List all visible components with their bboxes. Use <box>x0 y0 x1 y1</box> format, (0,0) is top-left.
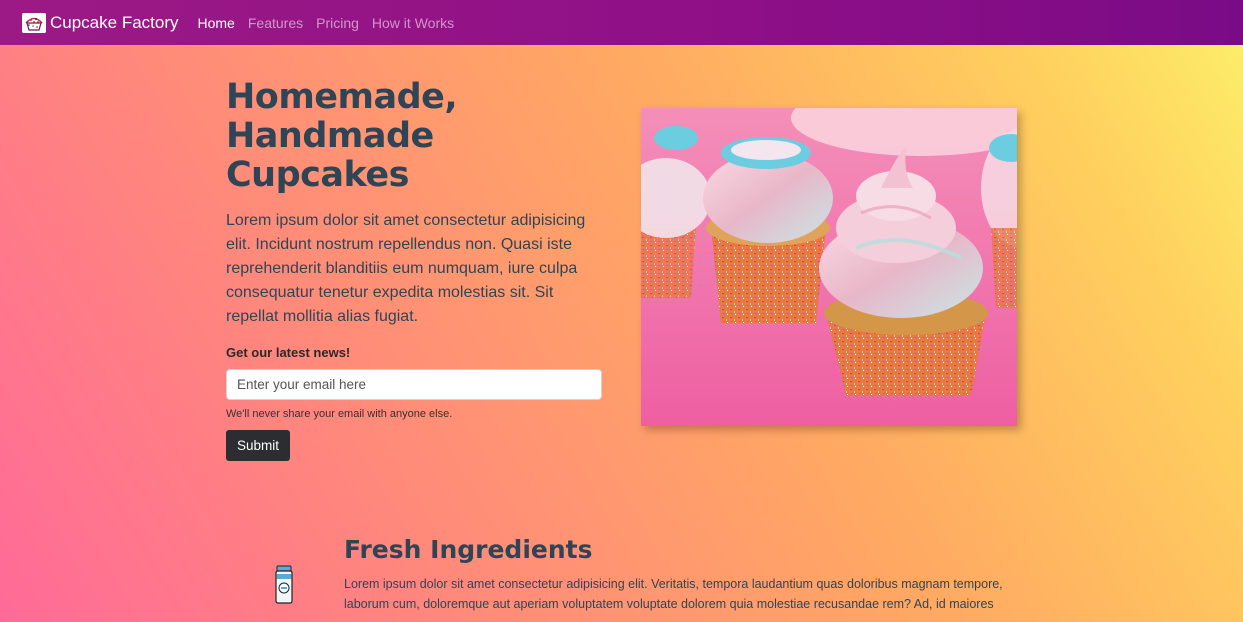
hero-description: Lorem ipsum dolor sit amet consectetur a… <box>226 212 586 325</box>
nav-link-home[interactable]: Home <box>198 15 235 31</box>
feature-description: Lorem ipsum dolor sit amet consectetur a… <box>344 577 1003 611</box>
newsletter-label: Get our latest news! <box>226 345 351 360</box>
hero-title: Homemade, Handmade Cupcakes <box>226 77 458 195</box>
cupcake-logo-icon <box>22 12 46 33</box>
nav-link-how-it-works[interactable]: How it Works <box>372 15 454 31</box>
brand-link[interactable]: Cupcake Factory <box>22 12 179 33</box>
feature-title: Fresh Ingredients <box>344 535 593 564</box>
hero-section: Homemade, Handmade Cupcakes Lorem ipsum … <box>226 78 606 461</box>
nav-links: Home Features Pricing How it Works <box>198 15 468 31</box>
nav-link-features[interactable]: Features <box>248 15 303 31</box>
submit-button[interactable]: Submit <box>226 430 291 461</box>
cupcake-photo <box>641 108 1017 426</box>
email-input[interactable] <box>226 369 602 400</box>
nav-link-pricing[interactable]: Pricing <box>316 15 359 31</box>
brand-name: Cupcake Factory <box>50 12 179 32</box>
milk-bottle-icon <box>274 565 294 610</box>
navbar: Cupcake Factory Home Features Pricing Ho… <box>0 0 1243 45</box>
email-help-text: We'll never share your email with anyone… <box>226 408 453 420</box>
